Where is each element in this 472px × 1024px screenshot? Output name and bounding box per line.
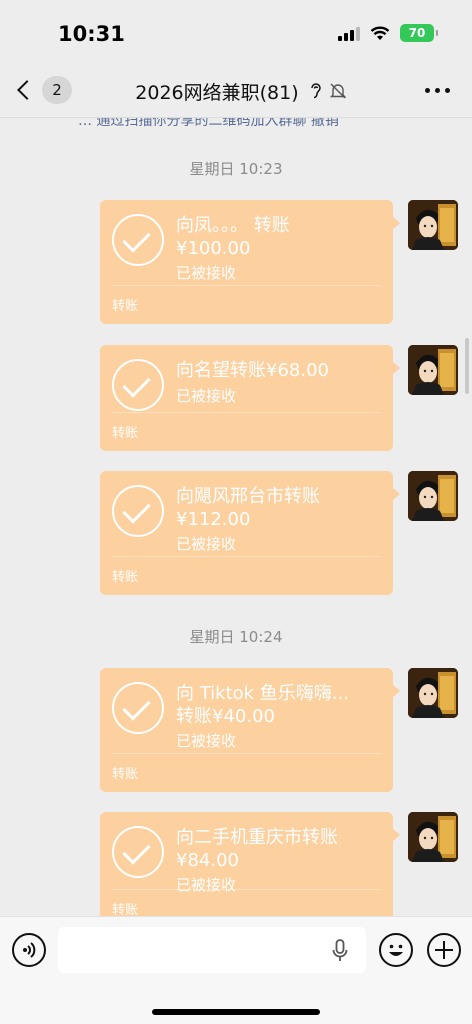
transfer-title: 向名望转账¥68.00: [176, 359, 376, 382]
chat-status-icons: [309, 82, 347, 105]
chat-title: 2026网络兼职(81): [135, 82, 299, 104]
muted-bell-icon: [329, 83, 346, 99]
transfer-title: 向二手机重庆市转账 ¥84.00: [176, 826, 376, 872]
transfer-title: 向凤。。。 转账 ¥100.00: [176, 214, 376, 260]
transfer-line-2: ¥112.00: [176, 509, 251, 530]
smiley-icon: [389, 944, 403, 956]
cellular-signal-icon: [338, 26, 360, 41]
more-dot: [435, 88, 440, 93]
transfer-line-2: ¥100.00: [176, 238, 251, 259]
input-bar: [0, 916, 472, 1024]
check-circle-icon: [112, 214, 164, 266]
transfer-line-1: 向 Tiktok 鱼乐嗨嗨...: [176, 683, 349, 704]
nav-bar: 2 2026网络兼职(81): [0, 66, 472, 118]
status-icons: 70: [338, 24, 438, 42]
avatar-image: [408, 200, 458, 250]
transfer-footer: 转账: [112, 889, 382, 916]
transfer-status: 已被接收: [176, 535, 237, 553]
status-time: 10:31: [58, 22, 125, 46]
transfer-title: 向飓风邢台市转账 ¥112.00: [176, 485, 376, 531]
transfer-line-1: 向名望转账¥68.00: [176, 360, 329, 381]
transfer-line-2: ¥84.00: [176, 850, 239, 871]
scrollbar[interactable]: [465, 338, 469, 394]
ear-icon: [310, 83, 321, 99]
transfer-status: 已被接收: [176, 387, 237, 405]
transfer-card[interactable]: 向凤。。。 转账 ¥100.00 已被接收 转账: [100, 200, 400, 324]
avatar-image: [408, 668, 458, 718]
voice-input-button[interactable]: [12, 933, 46, 967]
check-circle-icon: [112, 826, 164, 878]
avatar-image: [408, 812, 458, 862]
transfer-card[interactable]: 向飓风邢台市转账 ¥112.00 已被接收 转账: [100, 471, 400, 595]
avatar-image: [408, 345, 458, 395]
home-indicator: [152, 1009, 320, 1015]
transfer-card[interactable]: 向名望转账¥68.00 已被接收 转账: [100, 345, 400, 451]
avatar[interactable]: [408, 668, 458, 718]
timestamp-label: 星期日 10:24: [189, 628, 283, 646]
check-circle-icon: [112, 359, 164, 411]
avatar[interactable]: [408, 471, 458, 521]
transfer-footer: 转账: [112, 753, 382, 782]
more-options-button[interactable]: [425, 88, 450, 93]
transfer-title: 向 Tiktok 鱼乐嗨嗨... 转账¥40.00: [176, 682, 376, 728]
transfer-line-1: 向二手机重庆市转账: [176, 827, 338, 848]
message-input[interactable]: [58, 927, 366, 973]
microphone-icon[interactable]: [332, 939, 348, 963]
transfer-status: 已被接收: [176, 876, 237, 894]
avatar-image: [408, 471, 458, 521]
avatar[interactable]: [408, 812, 458, 862]
wifi-icon: [370, 26, 390, 40]
voice-wave-icon: [23, 942, 36, 958]
avatar[interactable]: [408, 345, 458, 395]
status-bar: 10:31 70: [0, 0, 472, 66]
transfer-footer: 转账: [112, 556, 382, 585]
chat-title-row[interactable]: 2026网络兼职(81): [0, 78, 472, 105]
timestamp-label: 星期日 10:23: [189, 160, 283, 178]
emoji-button[interactable]: [379, 933, 413, 967]
battery-level: 70: [408, 26, 426, 40]
chat-message-list[interactable]: … 通过扫描你分享的二维码加入群聊 撤销 星期日 10:23 向凤。。。 转账 …: [0, 118, 472, 916]
transfer-status: 已被接收: [176, 732, 237, 750]
transfer-footer: 转账: [112, 412, 382, 441]
transfer-line-1: 向凤。。。 转账: [176, 215, 290, 236]
battery-icon: 70: [400, 24, 438, 42]
check-circle-icon: [112, 485, 164, 537]
check-circle-icon: [112, 682, 164, 734]
system-notice: … 通过扫描你分享的二维码加入群聊 撤销: [78, 118, 339, 129]
avatar[interactable]: [408, 200, 458, 250]
transfer-status: 已被接收: [176, 264, 237, 282]
transfer-line-2: 转账¥40.00: [176, 706, 275, 727]
transfer-card[interactable]: 向 Tiktok 鱼乐嗨嗨... 转账¥40.00 已被接收 转账: [100, 668, 400, 792]
transfer-footer: 转账: [112, 285, 382, 314]
transfer-line-1: 向飓风邢台市转账: [176, 486, 320, 507]
more-dot: [425, 88, 430, 93]
transfer-card[interactable]: 向二手机重庆市转账 ¥84.00 已被接收 转账: [100, 812, 400, 916]
more-functions-button[interactable]: [427, 933, 461, 967]
more-dot: [445, 88, 450, 93]
